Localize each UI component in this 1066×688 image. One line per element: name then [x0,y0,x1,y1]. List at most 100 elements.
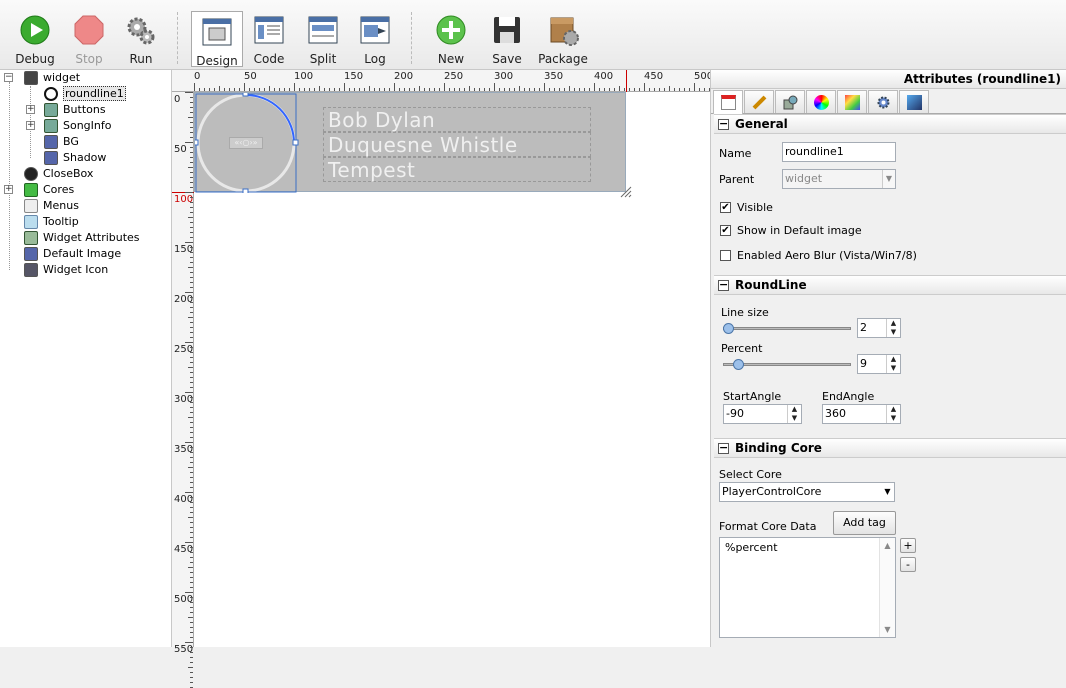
resize-grip-icon[interactable] [619,185,633,199]
aero-blur-checkbox[interactable] [720,250,731,261]
ruler-tick [190,197,193,198]
spinner-arrows-icon[interactable]: ▲ ▼ [886,405,900,423]
percent-spinbox[interactable]: 9 ▲ ▼ [857,354,901,374]
spinner-arrows-icon[interactable]: ▲ ▼ [787,405,801,423]
collapse-widget-icon[interactable]: − [4,73,13,82]
tab-settings[interactable] [868,90,898,113]
scrollbar[interactable]: ▲ ▼ [879,538,895,637]
expand-cores-icon[interactable]: + [4,185,13,194]
end-angle-spinbox[interactable]: 360 ▲ ▼ [822,404,901,424]
code-button[interactable]: Code [248,10,290,68]
section-roundline[interactable]: − RoundLine [714,275,1066,295]
collapse-icon[interactable]: − [718,118,729,130]
tab-binding[interactable] [899,90,929,113]
tree-item-buttons[interactable]: Buttons [44,102,106,118]
line-size-label: Line size [721,306,769,319]
ruler-tick [190,102,193,103]
cube-icon [845,95,860,110]
tree-item-songinfo[interactable]: SongInfo [44,118,112,134]
tree-item-bg[interactable]: BG [44,134,79,150]
ruler-tick [659,88,660,91]
collapse-icon[interactable]: − [718,442,729,454]
ruler-tick [299,88,300,91]
ruler-tick [190,562,193,563]
ruler-tick [399,88,400,91]
tree-item-label: roundline1 [63,86,126,101]
parent-select[interactable]: widget ▼ [782,169,896,189]
default-image-label: Show in Default image [737,224,862,237]
save-button[interactable]: Save [486,10,528,68]
tab-colors[interactable] [806,90,836,113]
format-core-data-textarea[interactable]: %percent ▲ ▼ [719,537,896,638]
ruler-tick-label: 250 [174,344,194,355]
ruler-tick [190,327,193,328]
tree-item-widget-icon[interactable]: Widget Icon [24,262,108,278]
add-line-button[interactable]: + [900,538,916,553]
run-label: Run [129,52,153,66]
collapse-icon[interactable]: − [718,279,729,291]
start-angle-label: StartAngle [723,390,782,403]
name-field[interactable]: roundline1 [782,142,896,162]
tree-item-cores[interactable]: Cores [24,182,74,198]
ruler-tick [634,88,635,91]
shapes-icon [783,95,798,110]
ruler-tick [439,88,440,91]
log-button[interactable]: Log [354,10,396,68]
tree-item-default-image[interactable]: Default Image [24,246,121,262]
start-angle-spinbox[interactable]: -90 ▲ ▼ [723,404,802,424]
ruler-tick [190,227,193,228]
ruler-tick [529,88,530,91]
toolbar-separator [411,12,412,64]
tree-item-shadow[interactable]: Shadow [44,150,106,166]
package-button[interactable]: Package [538,10,588,68]
ruler-tick [624,88,625,91]
ruler-tick [219,86,220,91]
ruler-tick [354,88,355,91]
spinner-arrows-icon[interactable]: ▲ ▼ [886,355,900,373]
ruler-tick [469,86,470,91]
ruler-tick [190,172,193,173]
cores-icon [24,183,38,197]
add-tag-button[interactable]: Add tag [833,511,896,535]
percent-slider-thumb[interactable] [733,359,744,370]
visible-checkbox[interactable]: ✔ [720,202,731,213]
line-size-spinbox[interactable]: 2 ▲ ▼ [857,318,901,338]
select-core-dropdown[interactable]: PlayerControlCore ▼ [719,482,895,502]
tab-general[interactable] [713,90,743,114]
ruler-tick [185,142,193,143]
remove-line-button[interactable]: - [900,557,916,572]
ruler-tick-label: 550 [174,644,194,655]
tab-layout[interactable] [744,90,774,113]
ruler-tick [409,88,410,91]
ruler-tick [684,88,685,91]
tree-item-menus[interactable]: Menus [24,198,79,214]
expand-songinfo-icon[interactable]: + [26,121,35,130]
tree-item-widget-attributes[interactable]: Widget Attributes [24,230,140,246]
line-size-slider-thumb[interactable] [723,323,734,334]
default-image-checkbox[interactable]: ✔ [720,225,731,236]
stop-button[interactable]: Stop [64,10,114,68]
tree-item-roundline1[interactable]: roundline1 [44,86,126,102]
tree-item-closebox[interactable]: CloseBox [24,166,93,182]
design-canvas[interactable]: 0 50 100 150 200 250 300 350 400 450 500 0 50 100 150… [172,70,740,688]
debug-button[interactable]: Debug [10,10,60,68]
ruler-tick [579,88,580,91]
tab-effects[interactable] [837,90,867,113]
tab-shapes[interactable] [775,90,805,113]
ruler-tick [190,207,193,208]
line-size-slider[interactable] [723,327,851,330]
spinner-arrows-icon[interactable]: ▲ ▼ [886,319,900,337]
run-button[interactable]: Run [116,10,166,68]
widget-preview[interactable]: «‹○›» Bob Dylan Duquesne Whistle Tempest [194,92,632,198]
split-button[interactable]: Split [302,10,344,68]
ruler-tick [190,407,193,408]
section-general[interactable]: − General [714,114,1066,134]
new-button[interactable]: New [430,10,472,68]
ruler-tick [604,88,605,91]
tree-item-tooltip[interactable]: Tooltip [24,214,79,230]
ruler-tick [190,162,193,163]
expand-buttons-icon[interactable]: + [26,105,35,114]
design-button[interactable]: Design [191,11,243,68]
tree-item-widget[interactable]: widget [24,70,80,86]
section-binding-core[interactable]: − Binding Core [714,438,1066,458]
